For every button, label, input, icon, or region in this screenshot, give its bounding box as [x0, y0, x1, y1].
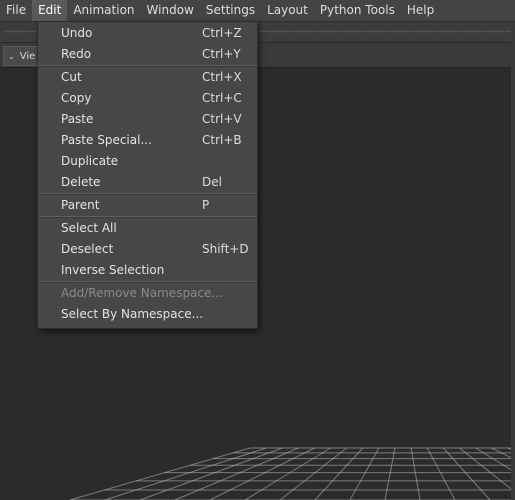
- menu-item-shortcut: Del: [202, 175, 222, 189]
- menu-item-label: Paste: [61, 112, 94, 126]
- menu-item-label: Undo: [61, 26, 93, 40]
- menu-item-shortcut: Ctrl+V: [202, 112, 242, 126]
- menu-item-label: Select All: [61, 221, 117, 235]
- menu-item-label: Delete: [61, 175, 101, 189]
- menu-file[interactable]: File: [0, 0, 32, 21]
- menu-item-select-by-namespace[interactable]: Select By Namespace...: [38, 304, 257, 325]
- menu-item-label: Redo: [61, 47, 92, 61]
- menu-settings[interactable]: Settings: [200, 0, 261, 21]
- grid-line: [244, 447, 331, 500]
- menu-edit[interactable]: Edit: [32, 0, 68, 21]
- menu-item-shortcut: Shift+D: [202, 242, 249, 256]
- menu-item-duplicate[interactable]: Duplicate: [38, 151, 257, 172]
- menu-item-cut[interactable]: Cut Ctrl+X: [38, 67, 257, 88]
- menu-item-label: Deselect: [61, 242, 114, 256]
- menu-item-label: Copy: [61, 91, 92, 105]
- window-right-edge: [511, 22, 515, 500]
- menu-item-label: Add/Remove Namespace...: [61, 286, 223, 300]
- menu-item-shortcut: Ctrl+Y: [202, 47, 241, 61]
- grid-line: [314, 447, 364, 500]
- application-window: File Edit Animation Window Settings Layo…: [0, 0, 515, 500]
- menu-item-select-all[interactable]: Select All: [38, 218, 257, 239]
- menu-item-paste[interactable]: Paste Ctrl+V: [38, 109, 257, 130]
- menu-item-shortcut: Ctrl+Z: [202, 26, 242, 40]
- viewport-panel-menu-button[interactable]: ⌄ Vie: [3, 46, 41, 66]
- grid-line: [104, 447, 267, 500]
- menu-item-label: Inverse Selection: [61, 263, 165, 277]
- menu-item-inverse-selection[interactable]: Inverse Selection: [38, 260, 257, 281]
- edit-menu-dropdown: Undo Ctrl+Z Redo Ctrl+Y Cut Ctrl+X Copy Ctrl+C P…: [37, 21, 258, 329]
- menu-help[interactable]: Help: [401, 0, 440, 21]
- menu-item-parent[interactable]: Parent P: [38, 195, 257, 216]
- grid-line: [410, 447, 421, 500]
- menu-item-shortcut: Ctrl+X: [202, 70, 242, 84]
- menu-item-shortcut: Ctrl+B: [202, 133, 242, 147]
- menu-item-shortcut: Ctrl+C: [202, 91, 242, 105]
- viewport-panel-menu-label: Vie: [19, 50, 36, 62]
- menu-item-label: Paste Special...: [61, 133, 152, 147]
- menu-item-label: Parent: [61, 198, 100, 212]
- menu-item-copy[interactable]: Copy Ctrl+C: [38, 88, 257, 109]
- menu-item-label: Select By Namespace...: [61, 307, 204, 321]
- grid-line: [349, 447, 380, 500]
- menu-animation[interactable]: Animation: [67, 0, 140, 21]
- menu-item-paste-special[interactable]: Paste Special... Ctrl+B: [38, 130, 257, 151]
- menu-item-undo[interactable]: Undo Ctrl+Z: [38, 23, 257, 44]
- menu-item-delete[interactable]: Delete Del: [38, 172, 257, 193]
- menu-item-redo[interactable]: Redo Ctrl+Y: [38, 44, 257, 65]
- grid-line: [384, 447, 396, 500]
- menu-layout[interactable]: Layout: [261, 0, 314, 21]
- menu-bar: File Edit Animation Window Settings Layo…: [0, 0, 515, 22]
- grid-line: [475, 447, 515, 473]
- menu-python-tools[interactable]: Python Tools: [314, 0, 401, 21]
- menu-item-add-remove-namespace: Add/Remove Namespace...: [38, 283, 257, 304]
- grid-line: [174, 447, 299, 500]
- menu-item-label: Duplicate: [61, 154, 119, 168]
- chevron-down-icon: ⌄: [8, 51, 15, 61]
- grid-line: [279, 447, 347, 500]
- menu-item-deselect[interactable]: Deselect Shift+D: [38, 239, 257, 260]
- menu-item-label: Cut: [61, 70, 82, 84]
- menu-item-shortcut: P: [202, 198, 210, 212]
- menu-window[interactable]: Window: [141, 0, 200, 21]
